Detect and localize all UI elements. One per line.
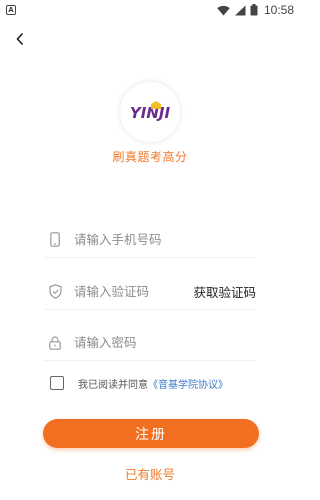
lock-icon <box>48 335 62 351</box>
status-bar: A 10:58 <box>0 0 300 20</box>
svg-text:YINJI: YINJI <box>130 104 171 122</box>
status-left: A <box>6 5 16 15</box>
status-time: 10:58 <box>263 3 294 17</box>
phone-input[interactable] <box>74 232 256 247</box>
battery-icon <box>250 1 258 20</box>
chevron-left-icon <box>15 31 25 50</box>
agreement-link[interactable]: 《音基学院协议》 <box>148 376 228 391</box>
agreement-checkbox[interactable] <box>50 376 64 390</box>
phone-field <box>44 222 256 258</box>
password-field <box>44 325 256 361</box>
verification-code-input[interactable] <box>74 284 194 299</box>
get-code-button[interactable]: 获取验证码 <box>193 282 256 301</box>
notification-icon: A <box>6 5 16 15</box>
shield-icon <box>48 284 62 300</box>
back-button[interactable] <box>8 28 32 52</box>
app-logo: YINJI <box>120 82 180 142</box>
status-right: 10:58 <box>217 1 294 20</box>
register-screen: A 10:58 YINJI 刷真题考高分 请输入手机号码 请输入验证码 获取验证… <box>0 0 300 500</box>
register-button[interactable]: 注册 <box>43 419 259 448</box>
phone-icon <box>48 232 62 248</box>
wifi-icon <box>217 1 230 20</box>
verification-code-field: 获取验证码 <box>44 274 256 310</box>
password-input[interactable] <box>74 335 256 350</box>
signal-icon <box>234 1 246 20</box>
app-tagline: 刷真题考高分 <box>112 150 188 164</box>
have-account-link[interactable]: 已有账号 <box>0 464 300 483</box>
agreement-row: 我已阅读并同意 《音基学院协议》 <box>50 374 228 392</box>
agreement-text: 我已阅读并同意 <box>78 379 148 391</box>
logo-image: YINJI <box>130 101 171 122</box>
